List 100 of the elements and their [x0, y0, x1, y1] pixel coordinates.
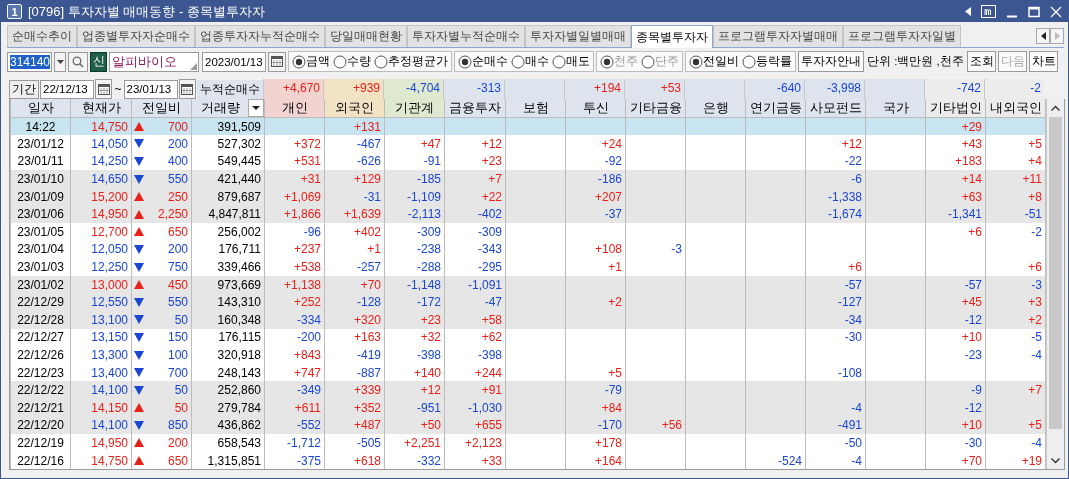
net-buy-cell: -172 [384, 293, 445, 312]
net-buy-cell: +43 [925, 135, 986, 153]
tab[interactable]: 투자자별일별매매 [525, 25, 631, 47]
volume-cell: 160,348 [191, 311, 265, 329]
net-buy-cell: +70 [324, 275, 385, 294]
stock-code-field[interactable]: 314140 [7, 51, 52, 72]
radio-option[interactable]: 매도 [552, 54, 590, 69]
net-buy-cell: +24 [565, 135, 626, 153]
caret-icon [252, 106, 260, 110]
net-buy-cell: -47 [444, 293, 506, 312]
net-buy-cell: -257 [324, 258, 385, 276]
tab[interactable]: 프로그램투자자일별 [843, 25, 961, 47]
net-buy-cell: +47 [384, 135, 445, 153]
change-value: 700 [167, 119, 188, 134]
radio-option[interactable]: 추정평균가 [374, 54, 448, 69]
radio-option[interactable]: 순매수 [458, 54, 508, 69]
tab[interactable]: 종목별투자자 [631, 25, 713, 48]
net-buy-cell: -238 [384, 240, 445, 259]
start-date-field[interactable]: 22/12/13 [40, 79, 94, 99]
close-icon[interactable] [1050, 5, 1062, 18]
net-buy-cell: -309 [444, 223, 506, 241]
net-buy-cell: +31 [264, 170, 325, 188]
net-buy-cell: -1,341 [925, 205, 986, 224]
summary-cell: -4,704 [383, 79, 443, 99]
net-buy-cell: +1 [565, 258, 626, 276]
scrollbar[interactable] [1046, 99, 1064, 470]
net-buy-cell: +19 [985, 451, 1046, 470]
column-header: 전일비 [131, 99, 192, 118]
column-header: 연기금등 [745, 99, 806, 118]
volume-cell: 252,860 [191, 381, 265, 399]
net-buy-cell: -402 [444, 205, 506, 224]
price-cell: 14,950 [70, 434, 132, 452]
scroll-down-icon[interactable] [1051, 457, 1060, 464]
net-buy-cell: -4 [805, 399, 866, 417]
tab[interactable]: 투자자별누적순매수 [407, 25, 525, 47]
net-buy-cell: -34 [805, 311, 866, 329]
summary-cell: +53 [624, 79, 684, 99]
change-value: 750 [167, 260, 188, 275]
search-button[interactable] [68, 51, 88, 72]
date-cell: 23/01/03 [10, 258, 71, 276]
net-buy-cell: +1 [324, 240, 385, 259]
net-buy-cell: +12 [805, 135, 866, 153]
column-dropdown-button[interactable] [248, 99, 264, 117]
net-buy-cell: -6 [805, 170, 866, 188]
volume-cell: 527,302 [191, 135, 265, 153]
end-date-field[interactable]: 23/01/13 [123, 79, 178, 99]
maximize-icon[interactable] [1028, 5, 1040, 18]
net-buy-cell: +611 [264, 399, 325, 417]
dropdown-button[interactable] [54, 51, 66, 72]
net-buy-cell: -295 [444, 258, 506, 276]
date-cell: 22/12/19 [10, 434, 71, 452]
net-buy-cell: -3 [985, 275, 1046, 294]
date-cell: 23/01/02 [10, 275, 71, 294]
net-buy-cell: -4 [805, 451, 866, 470]
net-buy-cell: +6 [925, 223, 986, 241]
column-header: 일자 [10, 99, 71, 118]
calendar-button[interactable] [268, 51, 286, 72]
up-triangle-icon [134, 403, 144, 413]
calendar-button[interactable] [178, 79, 196, 99]
net-buy-cell: +6 [985, 258, 1046, 276]
radio-option[interactable]: 등락률 [742, 54, 792, 69]
left-arrow-icon[interactable] [965, 7, 971, 16]
radio-option[interactable]: 금액 [292, 54, 330, 69]
net-buy-cell: +178 [565, 434, 626, 452]
summary-label: 누적순매수 [197, 79, 263, 99]
net-buy-cell: -398 [384, 346, 445, 364]
tab[interactable]: 당일매매현황 [325, 25, 407, 47]
volume-cell: 4,847,811 [191, 205, 265, 224]
radio-option[interactable]: 수량 [333, 54, 371, 69]
summary-cell: +194 [564, 79, 624, 99]
summary-cell: +4,670 [263, 79, 323, 99]
price-cell: 14,100 [70, 381, 132, 399]
tab[interactable]: 순매수추이 [7, 25, 77, 47]
date-field[interactable]: 2023/01/13 [202, 51, 266, 72]
period-label: 기간 [9, 79, 39, 99]
action-button[interactable]: 조회 [966, 51, 996, 72]
window-menu-icon[interactable] [981, 5, 996, 18]
range-separator: ~ [113, 82, 123, 96]
net-buy-cell: -57 [925, 275, 986, 294]
net-buy-cell: +62 [444, 328, 506, 347]
calendar-button[interactable] [95, 79, 113, 99]
net-buy-cell: +3 [985, 293, 1046, 312]
net-buy-cell: -3 [625, 240, 686, 259]
action-button[interactable]: 차트 [1028, 51, 1058, 72]
stock-name-field[interactable]: 알피바이오 [109, 51, 199, 72]
radio-option[interactable]: 전일비 [689, 54, 739, 69]
radio-option[interactable]: 매수 [511, 54, 549, 69]
scrollbar-thumb[interactable] [1049, 117, 1062, 430]
net-buy-cell: -332 [384, 451, 445, 470]
volume-cell: 1,315,851 [191, 451, 265, 470]
net-buy-cell: -1,712 [264, 434, 325, 452]
tab[interactable]: 프로그램투자자별매매 [713, 25, 843, 47]
tab[interactable]: 업종투자자누적순매수 [195, 25, 325, 47]
tab-scroll-left-button[interactable] [1036, 27, 1050, 44]
investor-guide-button[interactable]: 투자자안내 [798, 51, 864, 72]
volume-cell: 658,543 [191, 434, 265, 452]
net-buy-cell: +23 [384, 311, 445, 329]
tab[interactable]: 업종별투자자순매수 [77, 25, 195, 47]
scroll-up-icon[interactable] [1051, 104, 1060, 111]
column-header: 금융투자 [444, 99, 506, 118]
